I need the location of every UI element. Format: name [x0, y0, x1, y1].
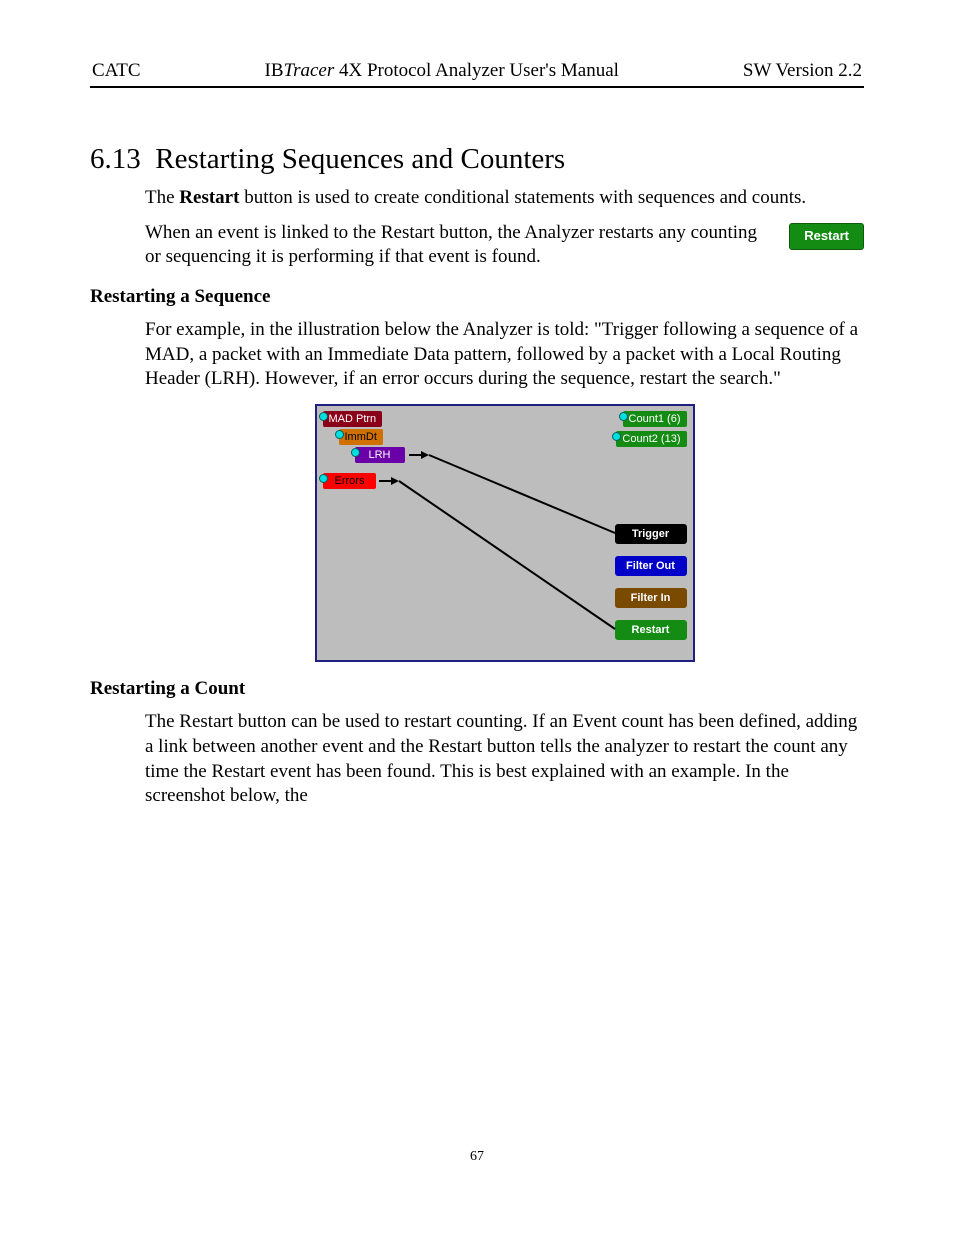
- sequence-paragraph: For example, in the illustration below t…: [145, 318, 864, 392]
- count2-node: Count2 (13): [616, 431, 686, 447]
- header-left: CATC: [92, 60, 141, 82]
- event-errors: Errors: [323, 473, 377, 489]
- page-header: CATC IBTracer 4X Protocol Analyzer User'…: [90, 60, 864, 88]
- count1-node: Count1 (6): [623, 411, 687, 427]
- action-filter-in: Filter In: [615, 588, 687, 608]
- count-paragraph: The Restart button can be used to restar…: [145, 710, 864, 809]
- intro-paragraph-2: Restart When an event is linked to the R…: [145, 221, 864, 270]
- page-number: 67: [90, 1149, 864, 1165]
- action-trigger: Trigger: [615, 524, 687, 544]
- action-filter-out: Filter Out: [615, 556, 687, 576]
- restart-button-illustration: Restart: [789, 223, 864, 250]
- sequence-diagram: MAD Ptrn ImmDt LRH Errors Count1 (6) Cou…: [315, 404, 695, 662]
- intro-paragraph-1: The Restart button is used to create con…: [145, 186, 864, 211]
- section-heading: 6.13 Restarting Sequences and Counters: [90, 143, 864, 176]
- event-lrh: LRH: [355, 447, 405, 463]
- header-right: SW Version 2.2: [743, 60, 862, 82]
- action-restart: Restart: [615, 620, 687, 640]
- header-center: IBTracer 4X Protocol Analyzer User's Man…: [141, 60, 743, 82]
- event-mad-ptrn: MAD Ptrn: [323, 411, 383, 427]
- subheading-restarting-count: Restarting a Count: [90, 678, 864, 700]
- event-immdt: ImmDt: [339, 429, 383, 445]
- subheading-restarting-sequence: Restarting a Sequence: [90, 286, 864, 308]
